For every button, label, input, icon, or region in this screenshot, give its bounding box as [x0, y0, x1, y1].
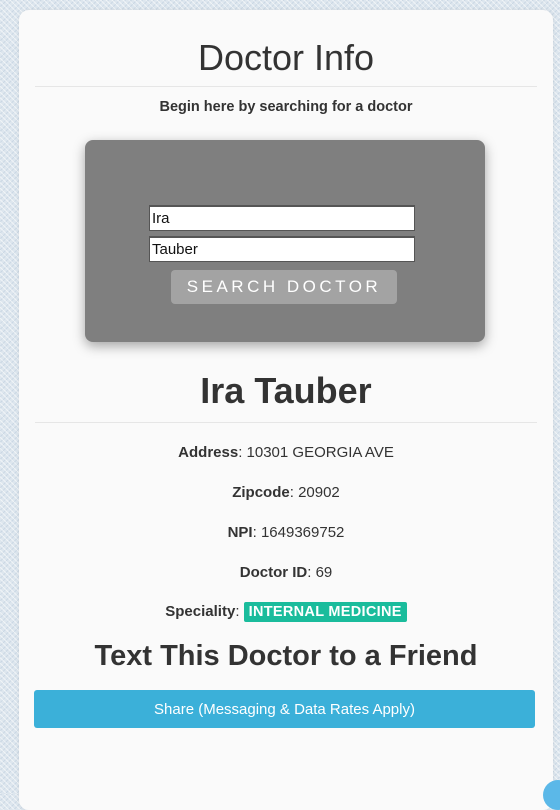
speciality-badge: INTERNAL MEDICINE	[243, 602, 407, 622]
page-subtitle: Begin here by searching for a doctor	[159, 99, 413, 115]
page-title: Doctor Info	[197, 37, 375, 78]
name-divider	[35, 422, 537, 423]
doctor-id-label: Doctor ID	[239, 564, 308, 581]
search-doctor-button[interactable]: SEARCH DOCTOR	[171, 270, 397, 304]
address-label: Address	[178, 444, 239, 461]
first-name-input[interactable]	[149, 205, 415, 231]
doctor-name: Ira Tauber	[200, 370, 372, 411]
zipcode-value: 20902	[298, 484, 340, 501]
title-divider	[35, 86, 537, 87]
last-name-input[interactable]	[149, 236, 415, 262]
npi-label: NPI	[227, 524, 253, 541]
address-value: 10301 GEORGIA AVE	[246, 444, 394, 461]
doctor-id-value: 69	[315, 564, 333, 581]
zipcode-row: Zipcode: 20902	[232, 484, 340, 501]
zipcode-label: Zipcode	[232, 484, 290, 501]
address-row: Address: 10301 GEORGIA AVE	[178, 444, 394, 461]
share-title: Text This Doctor to a Friend	[94, 640, 478, 672]
npi-value: 1649369752	[260, 524, 345, 541]
doctor-info-card: Doctor Info Begin here by searching for …	[19, 10, 553, 810]
search-panel: SEARCH DOCTOR	[85, 140, 485, 342]
share-button[interactable]: Share (Messaging & Data Rates Apply)	[34, 690, 535, 728]
npi-row: NPI: 1649369752	[227, 524, 345, 541]
speciality-label: Speciality	[165, 603, 236, 620]
doctor-id-row: Doctor ID: 69	[239, 564, 333, 581]
speciality-row: Speciality: INTERNAL MEDICINE	[19, 602, 553, 622]
